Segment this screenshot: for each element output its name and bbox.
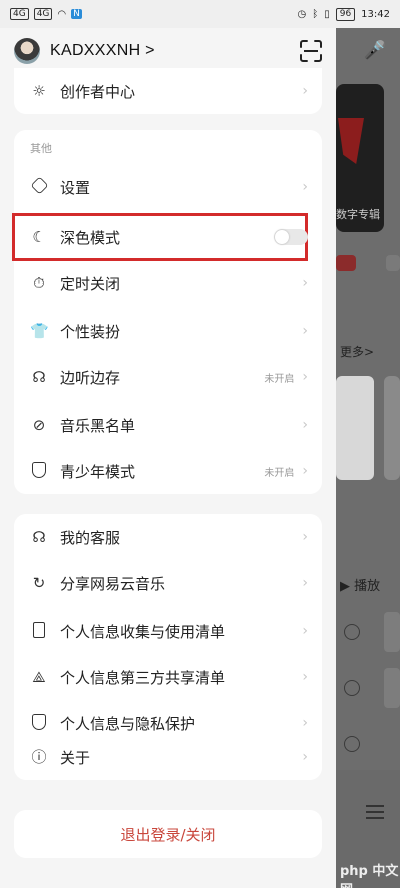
username-link[interactable]: KADXXXNH > [50, 42, 155, 60]
chevron-right-icon: › [302, 715, 308, 731]
chevron-right-icon: › [302, 369, 308, 385]
other-settings-card: 其他 设置 › ☾ 深色模式 ⏱ 定时关闭 › 👕 个性装扮 › ☊ 边听边存 … [12, 130, 322, 494]
bluetooth-icon: ᛒ [312, 8, 319, 20]
background-tile [336, 376, 374, 480]
menu-item-customer-service[interactable]: ☊ 我的客服 › [14, 514, 322, 560]
settings-hex-icon [29, 176, 49, 196]
menu-item-about[interactable]: ⓘ 关于 › [14, 734, 322, 780]
status-bar: 4G 4G ◠ N ◷ ᛒ ▯ 96 13:42 [0, 0, 400, 28]
alarm-icon: ◷ [297, 8, 307, 20]
headphones-icon: ☊ [32, 368, 46, 386]
chevron-right-icon: › [302, 529, 308, 545]
chevron-right-icon: › [302, 463, 308, 479]
signal-indicator: 4G [10, 8, 29, 20]
chevron-right-icon: › [302, 179, 308, 195]
menu-item-theme[interactable]: 👕 个性装扮 › [14, 308, 322, 354]
play-label: ▶ 播放 [340, 579, 381, 594]
chevron-right-icon: › [302, 83, 308, 99]
menu-item-teen-mode[interactable]: 青少年模式 未开启 › [14, 448, 322, 494]
background-pill [386, 255, 400, 271]
menu-item-label: 个人信息收集与使用清单 [60, 622, 226, 641]
watermark: php 中文网 [340, 864, 399, 888]
vibrate-icon: ▯ [324, 8, 330, 20]
menu-item-sleep-timer[interactable]: ⏱ 定时关闭 › [14, 260, 322, 306]
share-cloud-icon: ⟁ [32, 668, 46, 686]
status-text: 未开启 [264, 467, 295, 479]
background-pill [336, 255, 356, 271]
battery-indicator: 96 [335, 7, 356, 21]
section-title: 其他 [30, 142, 52, 155]
menu-item-share-app[interactable]: ↻ 分享网易云音乐 › [14, 560, 322, 606]
menu-item-listen-and-save[interactable]: ☊ 边听边存 未开启 › [14, 354, 322, 400]
menu-item-label: 深色模式 [60, 228, 121, 247]
more-link: 更多> [340, 345, 375, 359]
menu-item-label: 分享网易云音乐 [60, 574, 166, 593]
menu-item-label: 关于 [60, 748, 91, 767]
chevron-right-icon: › [302, 669, 308, 685]
timer-icon: ⏱ [33, 274, 45, 292]
status-text: 未开启 [264, 373, 295, 385]
chevron-right-icon: › [302, 623, 308, 639]
nfc-icon: N [71, 9, 82, 19]
microphone-icon: 🎤 [363, 40, 387, 61]
menu-item-label: 音乐黑名单 [60, 416, 136, 435]
menu-item-label: 个人信息与隐私保护 [60, 714, 196, 733]
menu-item-info-collection[interactable]: 个人信息收集与使用清单 › [14, 608, 322, 654]
tshirt-icon: 👕 [30, 322, 49, 340]
menu-item-label: 定时关闭 [60, 274, 121, 293]
play-circle-icon [344, 680, 360, 696]
menu-item-label: 个性装扮 [60, 322, 121, 341]
bulb-icon: ☼ [32, 82, 46, 100]
moon-icon: ☾ [32, 228, 46, 246]
play-circle-icon [344, 624, 360, 640]
menu-item-dark-mode[interactable]: ☾ 深色模式 [14, 214, 322, 260]
play-circle-icon [344, 736, 360, 752]
privacy-shield-icon [30, 714, 48, 732]
logout-button[interactable]: 退出登录/关闭 [14, 810, 322, 858]
info-icon: ⓘ [31, 748, 47, 766]
menu-item-label: 个人信息第三方共享清单 [60, 668, 226, 687]
background-tile [384, 376, 400, 480]
playlist-icon [366, 805, 384, 819]
headset-icon: ☊ [32, 528, 46, 546]
logout-label: 退出登录/关闭 [120, 825, 216, 844]
signal-indicator: 4G [33, 8, 53, 20]
clock: 13:42 [361, 8, 390, 20]
creator-card: ☼ 创作者中心 › [14, 68, 322, 114]
shield-check-icon [30, 462, 48, 480]
background-card-label: 数字专辑 [336, 208, 380, 221]
chevron-right-icon: › [302, 575, 308, 591]
menu-item-music-blacklist[interactable]: ⊘ 音乐黑名单 › [14, 402, 322, 448]
service-card: ☊ 我的客服 › ↻ 分享网易云音乐 › 个人信息收集与使用清单 › ⟁ 个人信… [14, 514, 322, 780]
block-icon: ⊘ [32, 416, 46, 434]
menu-item-label: 我的客服 [60, 528, 121, 547]
side-drawer: KADXXXNH > ☼ 创作者中心 › 其他 设置 › ☾ 深色模式 ⏱ 定时… [0, 28, 336, 888]
share-icon: ↻ [32, 574, 46, 592]
menu-item-creator-center[interactable]: ☼ 创作者中心 › [14, 68, 322, 114]
menu-item-label: 创作者中心 [60, 82, 136, 101]
menu-item-settings[interactable]: 设置 › [14, 164, 322, 210]
chevron-right-icon: › [302, 323, 308, 339]
menu-item-label: 设置 [60, 178, 91, 197]
background-thumb [384, 668, 400, 708]
wifi-icon: ◠ [57, 8, 67, 20]
scan-icon[interactable] [300, 40, 322, 62]
doc-icon [30, 622, 48, 640]
menu-item-label: 青少年模式 [60, 462, 136, 481]
menu-item-label: 边听边存 [60, 368, 121, 387]
chevron-right-icon: › [302, 749, 308, 765]
chevron-right-icon: › [302, 417, 308, 433]
chevron-right-icon: › [302, 275, 308, 291]
background-thumb [384, 612, 400, 652]
menu-item-third-party-sharing[interactable]: ⟁ 个人信息第三方共享清单 › [14, 654, 322, 700]
dark-mode-toggle[interactable] [274, 229, 308, 245]
avatar[interactable] [14, 38, 40, 64]
